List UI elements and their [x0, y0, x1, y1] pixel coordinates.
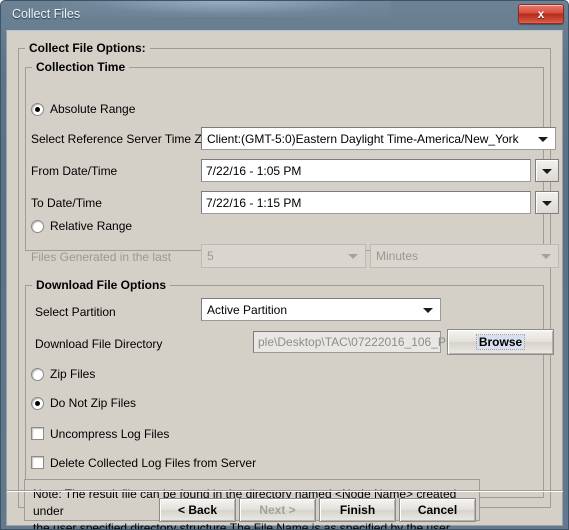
absolute-range-label: Absolute Range	[50, 102, 136, 116]
next-button: Next >	[239, 498, 316, 522]
from-datetime-value: 7/22/16 - 1:05 PM	[206, 163, 302, 178]
relative-unit-value: Minutes	[376, 249, 419, 263]
from-datetime-dropdown-button[interactable]	[535, 159, 559, 182]
collect-file-options-title: Collect File Options:	[25, 41, 150, 55]
relative-amount-combo[interactable]: 5	[201, 244, 366, 268]
dialog-content: Collect File Options: Collection Time Ab…	[7, 31, 562, 529]
files-generated-label: Files Generated in the last	[31, 250, 172, 264]
timezone-combo[interactable]: Client:(GMT-5:0)Eastern Daylight Time-Am…	[201, 127, 556, 150]
delete-collected-log-files-checkbox[interactable]	[31, 456, 44, 469]
zip-files-label: Zip Files	[50, 367, 96, 381]
footer-separator-highlight	[7, 491, 563, 492]
browse-button-label: Browse	[475, 334, 526, 350]
finish-button-label: Finish	[339, 503, 376, 517]
titlebar-glow	[61, 1, 391, 17]
window-titlebar: Collect Files x	[1, 1, 568, 30]
collect-files-window: Collect Files x Collect File Options: Co…	[0, 0, 569, 530]
collection-time-title: Collection Time	[32, 60, 130, 74]
download-directory-field[interactable]: ple\Desktop\TAC\07222016_106_PM_callrec_…	[253, 331, 519, 353]
browse-button[interactable]: Browse	[447, 329, 554, 355]
do-not-zip-files-radio[interactable]	[31, 397, 44, 410]
timezone-value: Client:(GMT-5:0)Eastern Daylight Time-Am…	[207, 131, 519, 146]
next-button-label: Next >	[259, 503, 296, 517]
relative-range-label: Relative Range	[50, 219, 133, 233]
uncompress-log-files-label: Uncompress Log Files	[50, 427, 170, 441]
relative-unit-combo[interactable]: Minutes	[370, 244, 559, 268]
from-datetime-field[interactable]: 7/22/16 - 1:05 PM	[201, 159, 531, 182]
zip-files-radio[interactable]	[31, 368, 44, 381]
relative-range-radio[interactable]	[31, 220, 44, 233]
select-partition-value: Active Partition	[207, 302, 288, 317]
from-datetime-label: From Date/Time	[31, 164, 118, 178]
select-partition-label: Select Partition	[35, 305, 116, 319]
select-partition-combo[interactable]: Active Partition	[201, 298, 441, 321]
finish-button[interactable]: Finish	[319, 498, 396, 522]
to-datetime-field[interactable]: 7/22/16 - 1:15 PM	[201, 191, 531, 214]
absolute-range-radio[interactable]	[31, 103, 44, 116]
relative-amount-value: 5	[207, 249, 214, 263]
chevron-down-icon	[348, 254, 358, 259]
uncompress-log-files-checkbox[interactable]	[31, 427, 44, 440]
chevron-down-icon	[423, 307, 433, 313]
delete-collected-log-files-label: Delete Collected Log Files from Server	[50, 456, 257, 470]
download-file-options-title: Download File Options	[32, 278, 170, 292]
to-datetime-dropdown-button[interactable]	[535, 191, 559, 214]
chevron-down-icon	[538, 136, 548, 142]
cancel-button-label: Cancel	[417, 503, 458, 517]
to-datetime-value: 7/22/16 - 1:15 PM	[206, 195, 302, 210]
chevron-down-icon	[542, 168, 552, 174]
to-datetime-label: To Date/Time	[31, 196, 102, 210]
back-button-label: < Back	[177, 503, 218, 517]
window-title: Collect Files	[12, 7, 81, 21]
back-button[interactable]: < Back	[159, 498, 236, 522]
do-not-zip-files-label: Do Not Zip Files	[50, 396, 137, 410]
cancel-button[interactable]: Cancel	[399, 498, 476, 522]
timezone-label: Select Reference Server Time Zone	[31, 132, 222, 146]
close-icon: x	[537, 7, 545, 21]
chevron-down-icon	[541, 254, 551, 259]
close-button[interactable]: x	[518, 4, 564, 24]
download-directory-label: Download File Directory	[35, 337, 163, 351]
dialog-client-area: Collect File Options: Collection Time Ab…	[6, 30, 563, 529]
chevron-down-icon	[542, 200, 552, 206]
